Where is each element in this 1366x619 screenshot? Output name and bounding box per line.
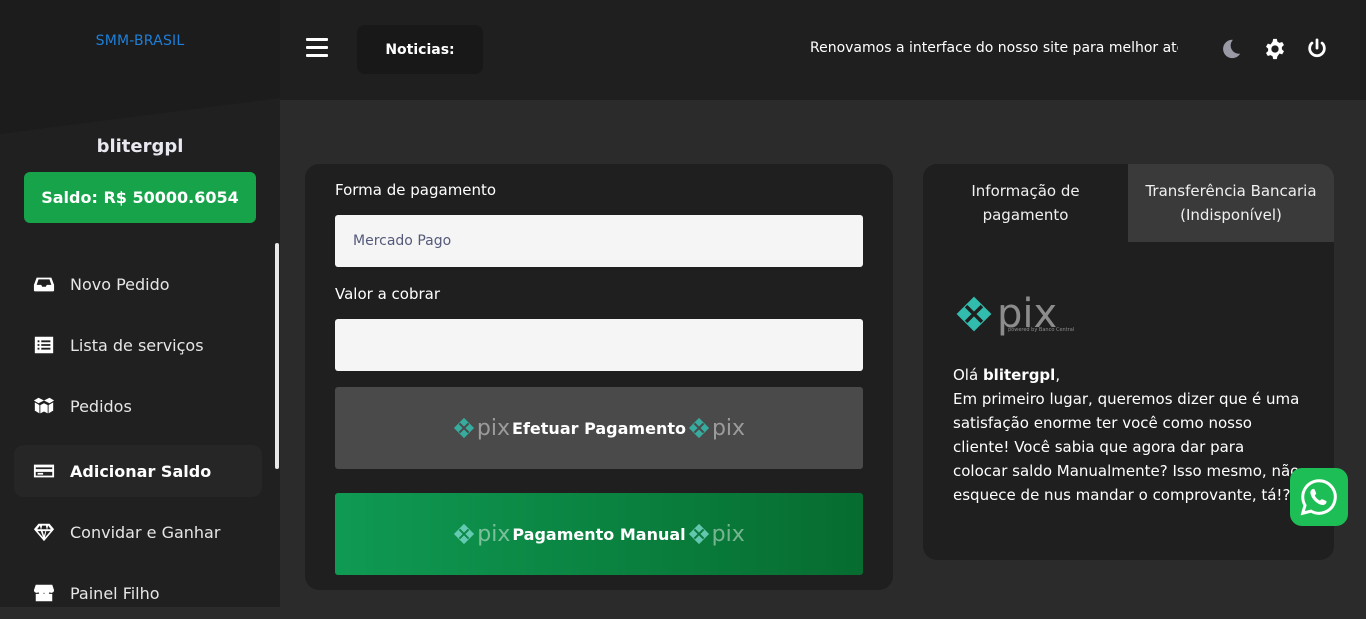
sidebar-item-label: Convidar e Ganhar: [70, 522, 221, 542]
info-message: Em primeiro lugar, queremos dizer que é …: [953, 390, 1300, 504]
greeting-username: blitergpl: [982, 366, 1056, 384]
manual-payment-button[interactable]: pix Pagamento Manual pix: [335, 493, 863, 575]
inbox-icon: [32, 272, 56, 296]
news-ticker: Renovamos a interface do nosso site para…: [810, 40, 1178, 56]
pix-subtitle: powered by Banco Central: [1008, 327, 1075, 333]
sidebar-item-label: Painel Filho: [70, 583, 160, 603]
news-label: Noticias:: [357, 25, 483, 74]
pix-logo-icon: pix: [688, 522, 745, 547]
sidebar-scrollbar[interactable]: [275, 243, 279, 469]
sidebar-item-novo-pedido[interactable]: Novo Pedido: [14, 258, 262, 310]
moon-icon[interactable]: [1220, 38, 1242, 60]
brand-logo[interactable]: SMM-BRASIL: [0, 33, 280, 49]
power-icon[interactable]: [1306, 38, 1328, 60]
balance-badge[interactable]: Saldo: R$ 50000.6054: [24, 172, 256, 223]
whatsapp-icon: [1300, 479, 1337, 516]
sidebar-header: [0, 0, 280, 134]
boxes-icon: [32, 394, 56, 418]
sidebar: SMM-BRASIL blitergpl Saldo: R$ 50000.605…: [0, 0, 280, 607]
payment-form-card: Forma de pagamento Mercado Pago Valor a …: [305, 164, 893, 590]
pix-logo-icon: pix: [688, 416, 745, 441]
sidebar-item-convidar-ganhar[interactable]: Convidar e Ganhar: [14, 506, 262, 558]
sidebar-item-adicionar-saldo[interactable]: Adicionar Saldo: [14, 445, 262, 497]
sidebar-item-label: Pedidos: [70, 396, 132, 416]
sidebar-item-label: Adicionar Saldo: [70, 461, 212, 481]
amount-label: Valor a cobrar: [335, 285, 440, 303]
tab-bank-transfer[interactable]: Transferência Bancaria (Indisponível): [1128, 164, 1334, 242]
pix-logo-icon: pix: [453, 416, 510, 441]
sidebar-item-pedidos[interactable]: Pedidos: [14, 380, 262, 432]
list-icon: [32, 333, 56, 357]
sidebar-item-label: Novo Pedido: [70, 274, 170, 294]
pix-logo-icon: pix: [453, 522, 510, 547]
sidebar-item-label: Lista de serviços: [70, 335, 204, 355]
pix-diamond-icon: [956, 296, 992, 332]
tab-payment-info[interactable]: Informação de pagamento: [923, 164, 1128, 242]
payment-info-card: Informação de pagamento Transferência Ba…: [923, 164, 1334, 560]
amount-input[interactable]: [335, 319, 863, 371]
payment-method-select[interactable]: Mercado Pago: [335, 215, 863, 267]
greeting-message: Olá blitergpl, Em primeiro lugar, querem…: [953, 366, 1300, 504]
store-icon: [32, 581, 56, 605]
pay-button[interactable]: pix Efetuar Pagamento pix: [335, 387, 863, 469]
username: blitergpl: [96, 136, 184, 157]
payment-method-label: Forma de pagamento: [335, 181, 497, 199]
diamond-icon: [32, 520, 56, 544]
menu-icon[interactable]: [306, 38, 328, 60]
sidebar-item-lista-servicos[interactable]: Lista de serviços: [14, 319, 262, 371]
topbar: Noticias: Renovamos a interface do nosso…: [280, 0, 1366, 100]
gear-icon[interactable]: [1264, 38, 1286, 60]
manual-payment-label: Pagamento Manual: [512, 524, 686, 544]
credit-card-icon: [32, 459, 56, 483]
sidebar-item-painel-filho[interactable]: Painel Filho: [14, 567, 262, 619]
whatsapp-button[interactable]: [1290, 468, 1348, 526]
pay-button-label: Efetuar Pagamento: [512, 418, 686, 438]
